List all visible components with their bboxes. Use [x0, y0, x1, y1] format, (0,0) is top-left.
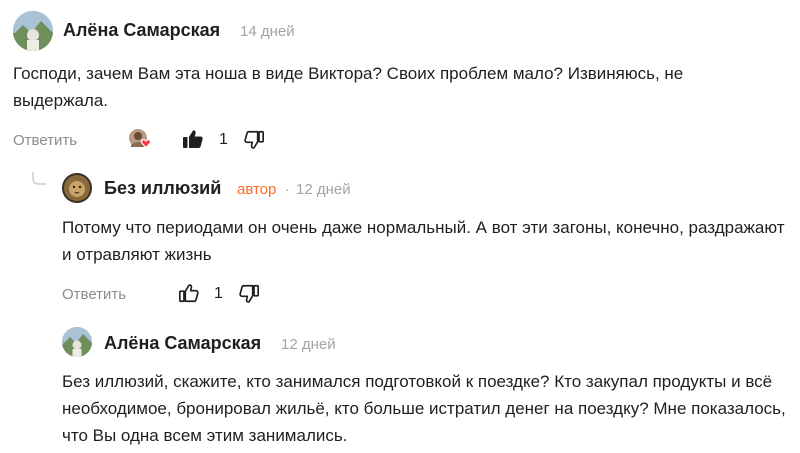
thumbs-down-outline-icon: [244, 130, 264, 149]
avatar-image: [13, 11, 53, 51]
avatar[interactable]: [13, 11, 53, 51]
comment-date: 12 дней: [296, 181, 351, 198]
reactions-avatar-group[interactable]: [128, 128, 154, 152]
thumbs-down-outline-icon: [239, 284, 259, 303]
avatar[interactable]: [62, 327, 92, 357]
author-name[interactable]: Без иллюзий: [104, 178, 221, 199]
thumbs-up-outline-icon: [179, 284, 199, 303]
like-button[interactable]: [178, 282, 200, 304]
reaction-avatar-icon: [129, 129, 152, 149]
like-count: 1: [219, 131, 228, 148]
author-name[interactable]: Алёна Самарская: [63, 20, 220, 41]
reply-button[interactable]: Ответить: [62, 286, 126, 303]
comment-date: 12 дней: [281, 336, 336, 353]
like-count: 1: [214, 285, 223, 302]
thread-connector: [32, 172, 46, 186]
comment-text: Без иллюзий, скажите, кто занимался подг…: [62, 372, 786, 445]
thumbs-up-filled-icon: [183, 130, 203, 148]
comment-text: Господи, зачем Вам эта ноша в виде Викто…: [13, 64, 684, 110]
avatar[interactable]: [62, 173, 92, 203]
reply-button[interactable]: Ответить: [13, 132, 77, 149]
author-badge: автор: [237, 181, 277, 198]
author-name[interactable]: Алёна Самарская: [104, 333, 261, 354]
avatar-image: [62, 327, 92, 357]
lion-avatar-image: [62, 173, 92, 203]
dislike-button[interactable]: [238, 283, 260, 305]
meta-separator: ·: [285, 181, 290, 198]
like-button[interactable]: [181, 127, 205, 151]
reply-thread-line-icon: [32, 172, 46, 185]
dislike-button[interactable]: [243, 129, 265, 151]
comment-text: Потому что периодами он очень даже норма…: [62, 218, 785, 264]
comment-date: 14 дней: [240, 23, 295, 40]
